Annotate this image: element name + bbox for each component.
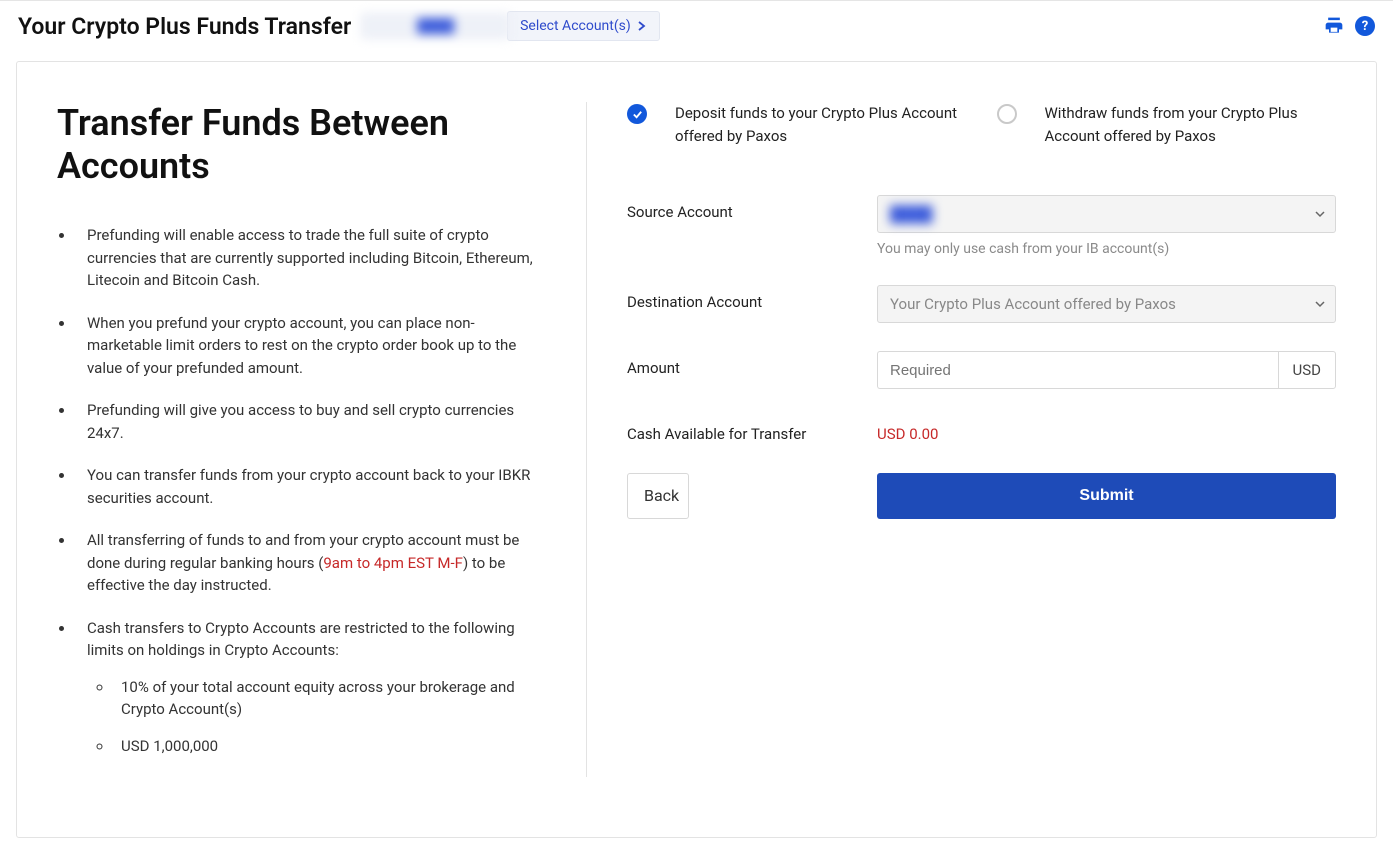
help-icon[interactable]: ? — [1355, 16, 1375, 36]
amount-input[interactable] — [877, 351, 1278, 389]
cash-available-value: USD 0.00 — [877, 417, 1336, 443]
source-account-label: Source Account — [627, 195, 877, 221]
back-button[interactable]: Back — [627, 473, 689, 519]
info-sub-bullet: USD 1,000,000 — [113, 735, 546, 758]
select-account-button[interactable]: Select Account(s) — [507, 11, 660, 41]
info-panel: Transfer Funds Between Accounts Prefundi… — [57, 102, 587, 777]
info-bullet: Prefunding will enable access to trade t… — [75, 224, 546, 292]
select-account-label: Select Account(s) — [520, 18, 631, 34]
destination-account-label: Destination Account — [627, 285, 877, 311]
cash-available-label: Cash Available for Transfer — [627, 417, 877, 443]
source-account-select[interactable]: ████ — [877, 195, 1336, 233]
form-panel: Deposit funds to your Crypto Plus Accoun… — [627, 102, 1336, 777]
submit-button[interactable]: Submit — [877, 473, 1336, 519]
banking-hours: 9am to 4pm EST M-F — [323, 554, 463, 572]
account-chip: ████ — [361, 13, 510, 39]
radio-deposit[interactable]: Deposit funds to your Crypto Plus Accoun… — [627, 102, 967, 147]
chevron-right-icon — [637, 21, 647, 31]
info-bullet: Prefunding will give you access to buy a… — [75, 399, 546, 444]
page-title: Your Crypto Plus Funds Transfer — [18, 13, 351, 40]
info-bullet: You can transfer funds from your crypto … — [75, 464, 546, 509]
radio-deposit-label: Deposit funds to your Crypto Plus Accoun… — [675, 102, 967, 147]
chevron-down-icon — [1315, 205, 1325, 223]
source-helper-text: You may only use cash from your IB accou… — [877, 241, 1336, 257]
panel-heading: Transfer Funds Between Accounts — [57, 102, 546, 188]
main-card: Transfer Funds Between Accounts Prefundi… — [16, 61, 1377, 838]
radio-unchecked-icon — [997, 104, 1017, 124]
info-bullet: When you prefund your crypto account, yo… — [75, 312, 546, 380]
info-bullet: All transferring of funds to and from yo… — [75, 529, 546, 597]
amount-unit: USD — [1278, 351, 1336, 389]
radio-withdraw[interactable]: Withdraw funds from your Crypto Plus Acc… — [997, 102, 1337, 147]
amount-label: Amount — [627, 351, 877, 377]
info-sub-bullet: 10% of your total account equity across … — [113, 676, 546, 721]
info-bullet: Cash transfers to Crypto Accounts are re… — [75, 617, 546, 758]
radio-checked-icon — [627, 104, 647, 124]
destination-account-select[interactable]: Your Crypto Plus Account offered by Paxo… — [877, 285, 1336, 323]
chevron-down-icon — [1315, 295, 1325, 313]
radio-withdraw-label: Withdraw funds from your Crypto Plus Acc… — [1045, 102, 1337, 147]
print-icon[interactable] — [1323, 16, 1345, 36]
